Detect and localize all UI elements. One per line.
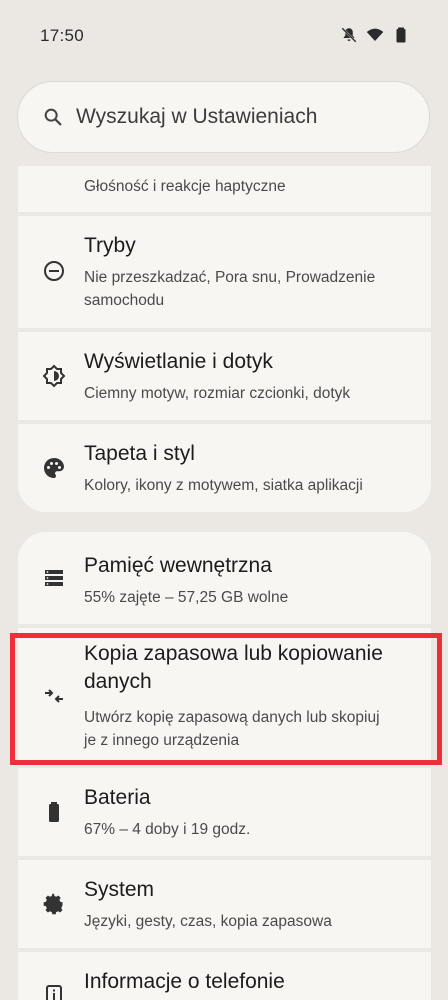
- settings-item-modes[interactable]: Tryby Nie przeszkadzać, Pora snu, Prowad…: [18, 216, 431, 328]
- settings-item-display[interactable]: Wyświetlanie i dotyk Ciemny motyw, rozmi…: [18, 332, 431, 420]
- battery-subtitle: 67% – 4 doby i 19 godz.: [84, 821, 251, 838]
- wallpaper-title: Tapeta i styl: [84, 442, 195, 465]
- storage-subtitle: 55% zajęte – 57,25 GB wolne: [84, 589, 289, 606]
- backup-title: Kopia zapasowa lub kopiowanie danych: [84, 642, 383, 693]
- info-icon: [42, 984, 66, 1000]
- settings-list[interactable]: Głośność i reakcje haptyczne Tryby Nie p…: [0, 166, 448, 1000]
- search-placeholder: Wyszukaj w Ustawieniach: [76, 105, 318, 128]
- battery-title: Bateria: [84, 786, 151, 809]
- battery-icon: [392, 26, 410, 44]
- transfer-icon: [42, 684, 66, 708]
- display-subtitle: Ciemny motyw, rozmiar czcionki, dotyk: [84, 385, 351, 402]
- settings-item-system[interactable]: System Języki, gesty, czas, kopia zapaso…: [18, 860, 431, 948]
- system-gear-icon: [42, 892, 66, 916]
- storage-icon: [42, 566, 66, 590]
- search-bar[interactable]: Wyszukaj w Ustawieniach: [17, 81, 430, 153]
- backup-subtitle: Utwórz kopię zapasową danych lub skopiuj…: [84, 709, 380, 749]
- settings-item-storage[interactable]: Pamięć wewnętrzna 55% zajęte – 57,25 GB …: [18, 532, 431, 624]
- modes-title: Tryby: [84, 234, 136, 257]
- about-title: Informacje o telefonie: [84, 970, 285, 993]
- system-title: System: [84, 878, 155, 901]
- mute-icon: [340, 26, 358, 44]
- settings-item-backup[interactable]: Kopia zapasowa lub kopiowanie danych Utw…: [18, 628, 431, 764]
- storage-title: Pamięć wewnętrzna: [84, 554, 272, 577]
- system-subtitle: Języki, gesty, czas, kopia zapasowa: [84, 913, 332, 930]
- do-not-disturb-icon: [42, 259, 66, 283]
- status-bar: 17:50: [0, 0, 448, 72]
- search-icon: [42, 106, 64, 128]
- display-title: Wyświetlanie i dotyk: [84, 350, 273, 373]
- settings-item-wallpaper[interactable]: Tapeta i styl Kolory, ikony z motywem, s…: [18, 424, 431, 512]
- sound-subtitle: Głośność i reakcje haptyczne: [84, 178, 286, 195]
- wallpaper-subtitle: Kolory, ikony z motywem, siatka aplikacj…: [84, 477, 363, 494]
- wifi-icon: [366, 26, 384, 44]
- status-time: 17:50: [40, 26, 85, 45]
- status-icons: [340, 26, 410, 44]
- palette-icon: [42, 456, 66, 480]
- settings-item-sound[interactable]: Głośność i reakcje haptyczne: [18, 166, 431, 212]
- sound-icon: [42, 166, 66, 184]
- brightness-icon: [42, 364, 66, 388]
- settings-item-battery[interactable]: Bateria 67% – 4 doby i 19 godz.: [18, 768, 431, 856]
- battery-setting-icon: [42, 800, 66, 824]
- settings-item-about[interactable]: Informacje o telefonie: [18, 952, 431, 1000]
- modes-subtitle: Nie przeszkadzać, Pora snu, Prowadzenie …: [84, 269, 376, 309]
